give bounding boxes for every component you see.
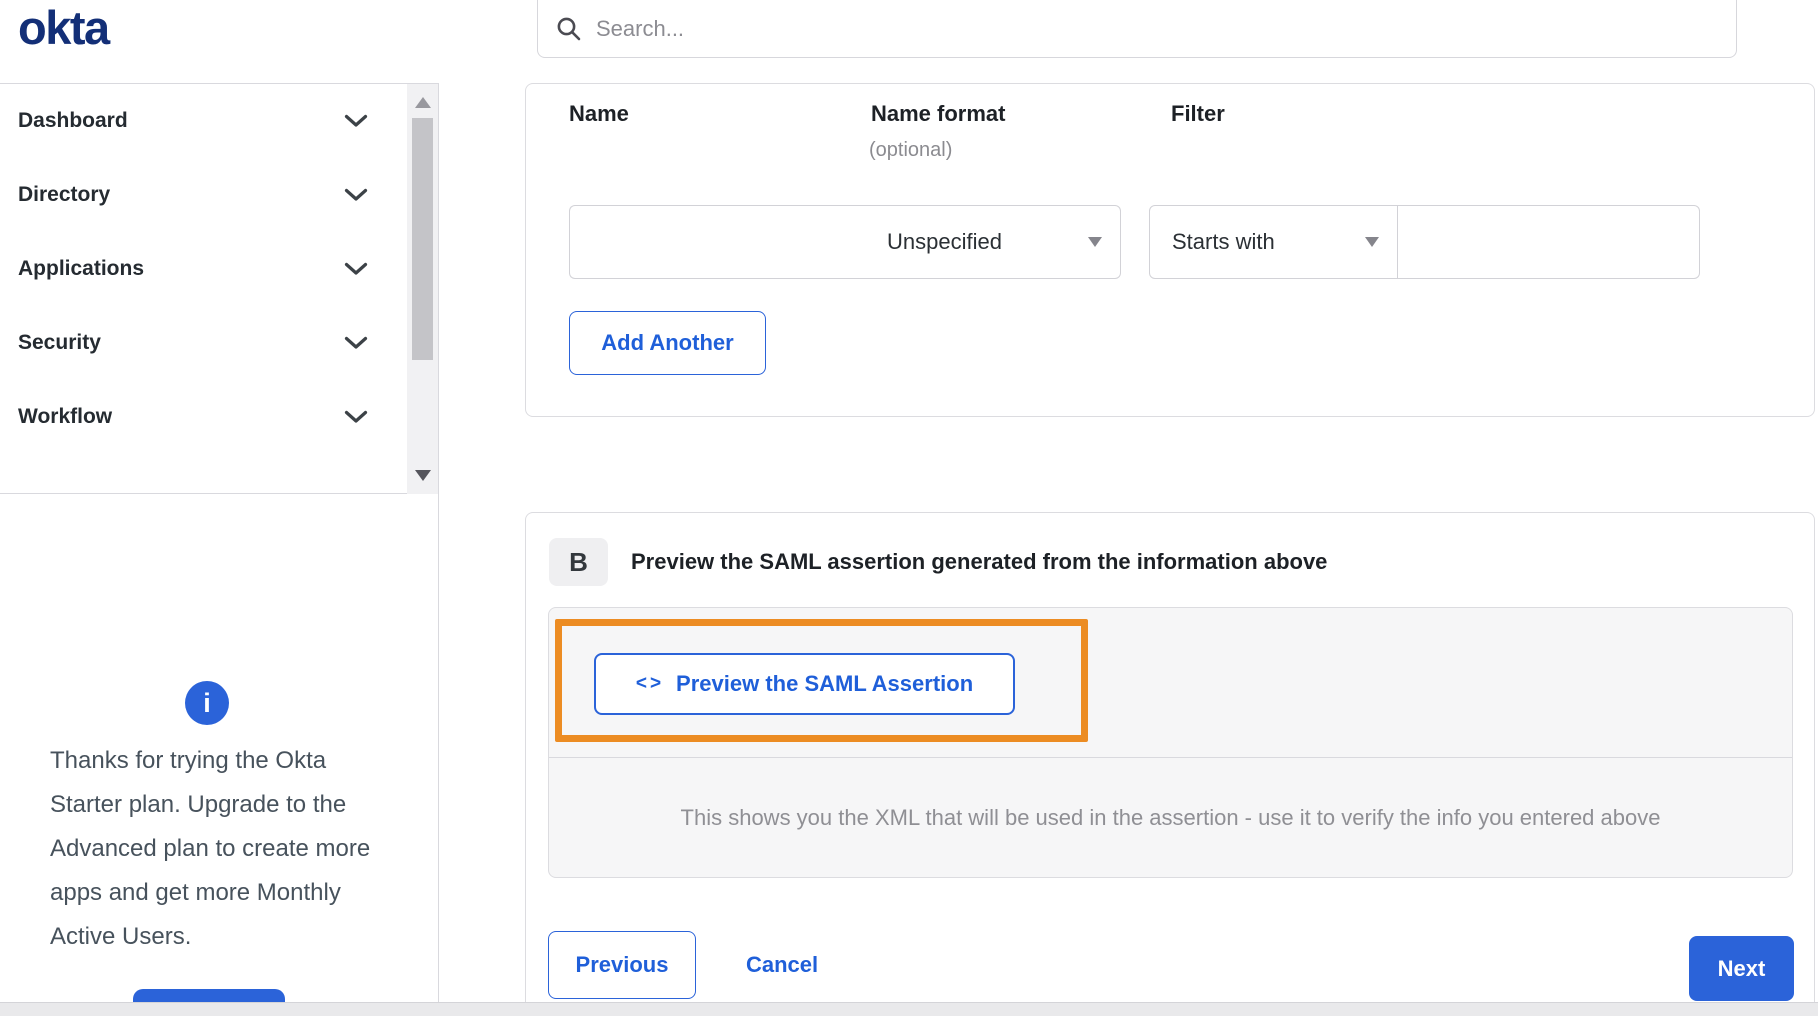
- name-format-column-header: Name format: [871, 101, 1006, 126]
- chevron-down-icon: [344, 336, 368, 350]
- preview-help-text: This shows you the XML that will be used…: [680, 805, 1661, 830]
- bottom-edge-bar: [0, 1002, 1818, 1016]
- sidebar-scrollbar[interactable]: [407, 84, 438, 494]
- sidebar-item-applications[interactable]: Applications: [0, 232, 406, 306]
- add-another-button[interactable]: Add Another: [569, 311, 766, 375]
- upgrade-note: Thanks for trying the Okta Starter plan.…: [50, 747, 371, 950]
- chevron-down-icon: [344, 114, 368, 128]
- sidebar-item-directory[interactable]: Directory: [0, 158, 406, 232]
- okta-logo: okta: [18, 1, 110, 54]
- filter-type-select[interactable]: Starts with: [1149, 205, 1398, 279]
- search-input[interactable]: [596, 16, 1718, 42]
- scroll-up-arrow-icon[interactable]: [415, 97, 431, 108]
- name-format-optional-hint: (optional): [869, 139, 953, 161]
- sidebar-item-label: Applications: [18, 257, 145, 280]
- scrollbar-thumb[interactable]: [412, 118, 433, 360]
- name-format-select[interactable]: Unspecified: [865, 205, 1121, 279]
- sidebar-nav: Dashboard Directory Applications Securit…: [0, 84, 438, 494]
- global-search[interactable]: [537, 0, 1737, 58]
- select-caret-icon: [1088, 237, 1102, 247]
- attribute-name-input[interactable]: [569, 205, 865, 279]
- name-format-selected-value: Unspecified: [887, 229, 1002, 254]
- section-b-badge: B: [549, 538, 608, 586]
- next-button[interactable]: Next: [1689, 936, 1794, 1001]
- info-icon-glyph: i: [203, 687, 211, 718]
- sidebar-item-label: Security: [18, 331, 101, 354]
- chevron-down-icon: [344, 188, 368, 202]
- preview-button-label: Preview the SAML Assertion: [676, 671, 974, 696]
- preview-saml-card: B Preview the SAML assertion generated f…: [525, 512, 1815, 1004]
- sidebar-item-security[interactable]: Security: [0, 306, 406, 380]
- chevron-down-icon: [344, 410, 368, 424]
- sidebar-item-label: Dashboard: [18, 109, 128, 132]
- name-column-header: Name: [569, 101, 629, 126]
- scroll-down-arrow-icon[interactable]: [415, 470, 431, 481]
- search-icon: [557, 17, 581, 41]
- info-icon: i: [185, 681, 229, 725]
- sidebar: Dashboard Directory Applications Securit…: [0, 83, 439, 1016]
- select-caret-icon: [1365, 237, 1379, 247]
- preview-button-area: <> Preview the SAML Assertion: [549, 608, 1792, 758]
- attribute-statement-card: Name Name format (optional) Filter Unspe…: [525, 83, 1815, 417]
- section-header: B Preview the SAML assertion generated f…: [549, 538, 1327, 586]
- chevron-down-icon: [344, 262, 368, 276]
- preview-panel: <> Preview the SAML Assertion This shows…: [548, 607, 1793, 878]
- cancel-link[interactable]: Cancel: [746, 931, 818, 999]
- filter-column-header: Filter: [1171, 101, 1225, 126]
- previous-button[interactable]: Previous: [548, 931, 696, 999]
- sidebar-item-workflow[interactable]: Workflow: [0, 380, 406, 454]
- sidebar-item-label: Workflow: [18, 405, 113, 428]
- preview-saml-assertion-button[interactable]: <> Preview the SAML Assertion: [594, 653, 1015, 715]
- filter-value-input[interactable]: [1398, 205, 1700, 279]
- section-title: Preview the SAML assertion generated fro…: [631, 549, 1328, 574]
- filter-type-selected-value: Starts with: [1172, 229, 1275, 254]
- okta-admin-console: okta Dashboard Directory Applica: [0, 0, 1818, 1016]
- code-brackets-icon: <>: [635, 673, 665, 694]
- sidebar-item-label: Directory: [18, 183, 111, 206]
- sidebar-item-dashboard[interactable]: Dashboard: [0, 84, 406, 158]
